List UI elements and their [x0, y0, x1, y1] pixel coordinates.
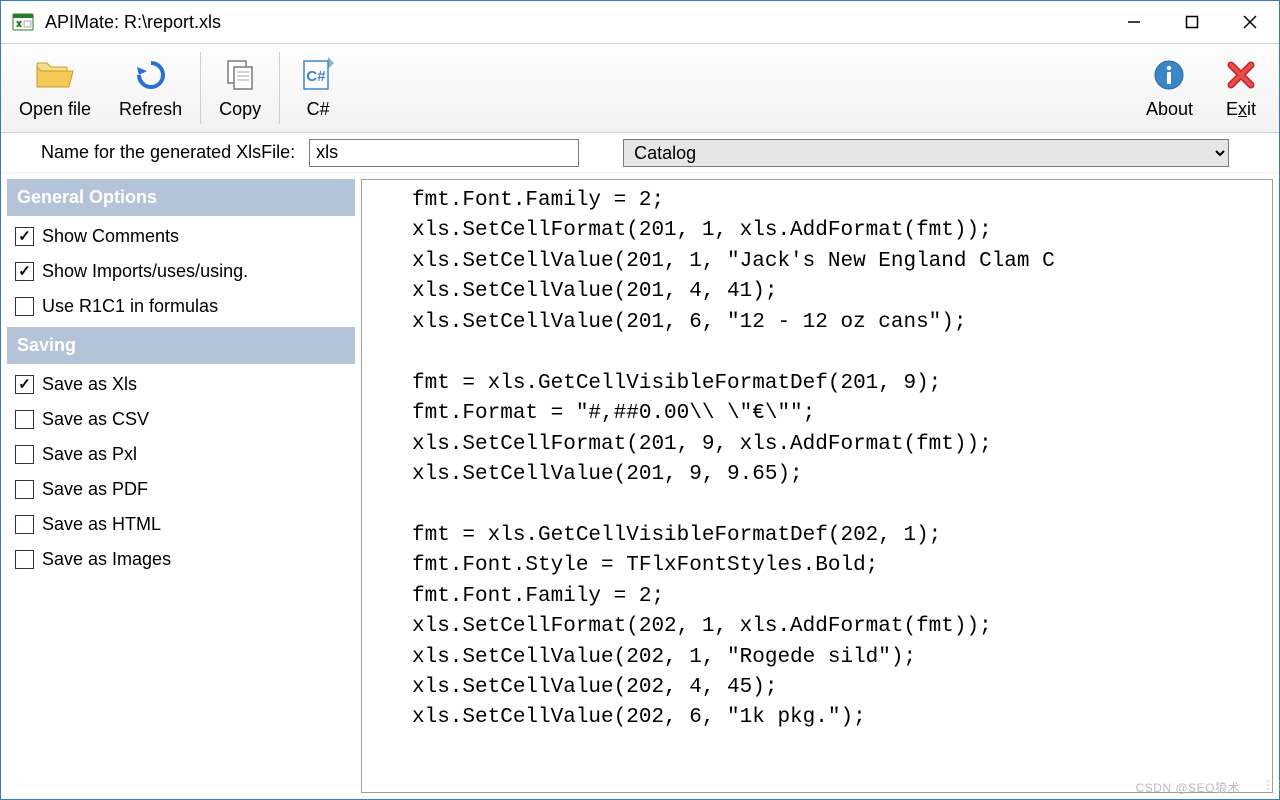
use-r1c1-checkbox[interactable]: Use R1C1 in formulas: [15, 296, 347, 317]
app-icon: [11, 10, 35, 34]
checkbox-label: Save as Pxl: [42, 444, 137, 465]
close-x-icon: [1221, 54, 1261, 96]
checkbox-label: Save as Xls: [42, 374, 137, 395]
exit-button[interactable]: Exit: [1207, 44, 1275, 132]
save-as-html-checkbox[interactable]: Save as HTML: [15, 514, 347, 535]
xlsfile-name-input[interactable]: [309, 139, 579, 167]
main-area: General Options Show Comments Show Impor…: [1, 173, 1279, 799]
code-content[interactable]: fmt.Font.Family = 2; xls.SetCellFormat(2…: [362, 180, 1272, 740]
checkbox-icon: [15, 480, 34, 499]
about-label: About: [1146, 96, 1193, 122]
save-as-csv-checkbox[interactable]: Save as CSV: [15, 409, 347, 430]
checkbox-icon: [15, 410, 34, 429]
open-file-label: Open file: [19, 96, 91, 122]
checkbox-label: Save as PDF: [42, 479, 148, 500]
copy-icon: [220, 54, 260, 96]
refresh-icon: [131, 54, 171, 96]
refresh-button[interactable]: Refresh: [105, 44, 196, 132]
saving-body: Save as Xls Save as CSV Save as Pxl Save…: [7, 364, 355, 580]
checkbox-label: Save as CSV: [42, 409, 149, 430]
code-scroll[interactable]: fmt.Font.Family = 2; xls.SetCellFormat(2…: [362, 180, 1272, 792]
save-as-pdf-checkbox[interactable]: Save as PDF: [15, 479, 347, 500]
name-field-row: Name for the generated XlsFile: Catalog: [1, 133, 1279, 173]
open-file-button[interactable]: Open file: [5, 44, 105, 132]
resize-grip[interactable]: ⋮⋮⋮: [1262, 782, 1278, 798]
copy-button[interactable]: Copy: [205, 44, 275, 132]
close-button[interactable]: [1221, 1, 1279, 43]
checkbox-icon: [15, 227, 34, 246]
checkbox-icon: [15, 375, 34, 394]
checkbox-icon: [15, 445, 34, 464]
toolbar: Open file Refresh Copy C#: [1, 43, 1279, 133]
window-title: APIMate: R:\report.xls: [45, 12, 1105, 33]
csharp-label: C#: [307, 96, 330, 122]
titlebar: APIMate: R:\report.xls: [1, 1, 1279, 43]
code-area: fmt.Font.Family = 2; xls.SetCellFormat(2…: [361, 179, 1273, 793]
toolbar-separator: [279, 52, 280, 124]
save-as-pxl-checkbox[interactable]: Save as Pxl: [15, 444, 347, 465]
saving-header: Saving: [7, 327, 355, 364]
name-field-label: Name for the generated XlsFile:: [11, 142, 295, 163]
copy-label: Copy: [219, 96, 261, 122]
sheet-select[interactable]: Catalog: [623, 139, 1229, 167]
folder-open-icon: [33, 54, 77, 96]
minimize-button[interactable]: [1105, 1, 1163, 43]
checkbox-label: Show Comments: [42, 226, 179, 247]
save-as-xls-checkbox[interactable]: Save as Xls: [15, 374, 347, 395]
checkbox-icon: [15, 262, 34, 281]
checkbox-label: Use R1C1 in formulas: [42, 296, 218, 317]
checkbox-icon: [15, 550, 34, 569]
info-icon: [1149, 54, 1189, 96]
svg-text:C#: C#: [307, 68, 327, 85]
general-options-body: Show Comments Show Imports/uses/using. U…: [7, 216, 355, 327]
checkbox-icon: [15, 297, 34, 316]
checkbox-icon: [15, 515, 34, 534]
watermark: CSDN @SEO狼术: [1136, 779, 1240, 796]
save-as-images-checkbox[interactable]: Save as Images: [15, 549, 347, 570]
show-imports-checkbox[interactable]: Show Imports/uses/using.: [15, 261, 347, 282]
sidebar: General Options Show Comments Show Impor…: [7, 179, 355, 793]
toolbar-separator: [200, 52, 201, 124]
about-button[interactable]: About: [1132, 44, 1207, 132]
show-comments-checkbox[interactable]: Show Comments: [15, 226, 347, 247]
refresh-label: Refresh: [119, 96, 182, 122]
checkbox-label: Save as Images: [42, 549, 171, 570]
csharp-icon: C#: [298, 54, 338, 96]
maximize-button[interactable]: [1163, 1, 1221, 43]
language-csharp-button[interactable]: C# C#: [284, 44, 352, 132]
exit-label: Exit: [1226, 96, 1256, 122]
checkbox-label: Show Imports/uses/using.: [42, 261, 248, 282]
general-options-header: General Options: [7, 179, 355, 216]
checkbox-label: Save as HTML: [42, 514, 161, 535]
